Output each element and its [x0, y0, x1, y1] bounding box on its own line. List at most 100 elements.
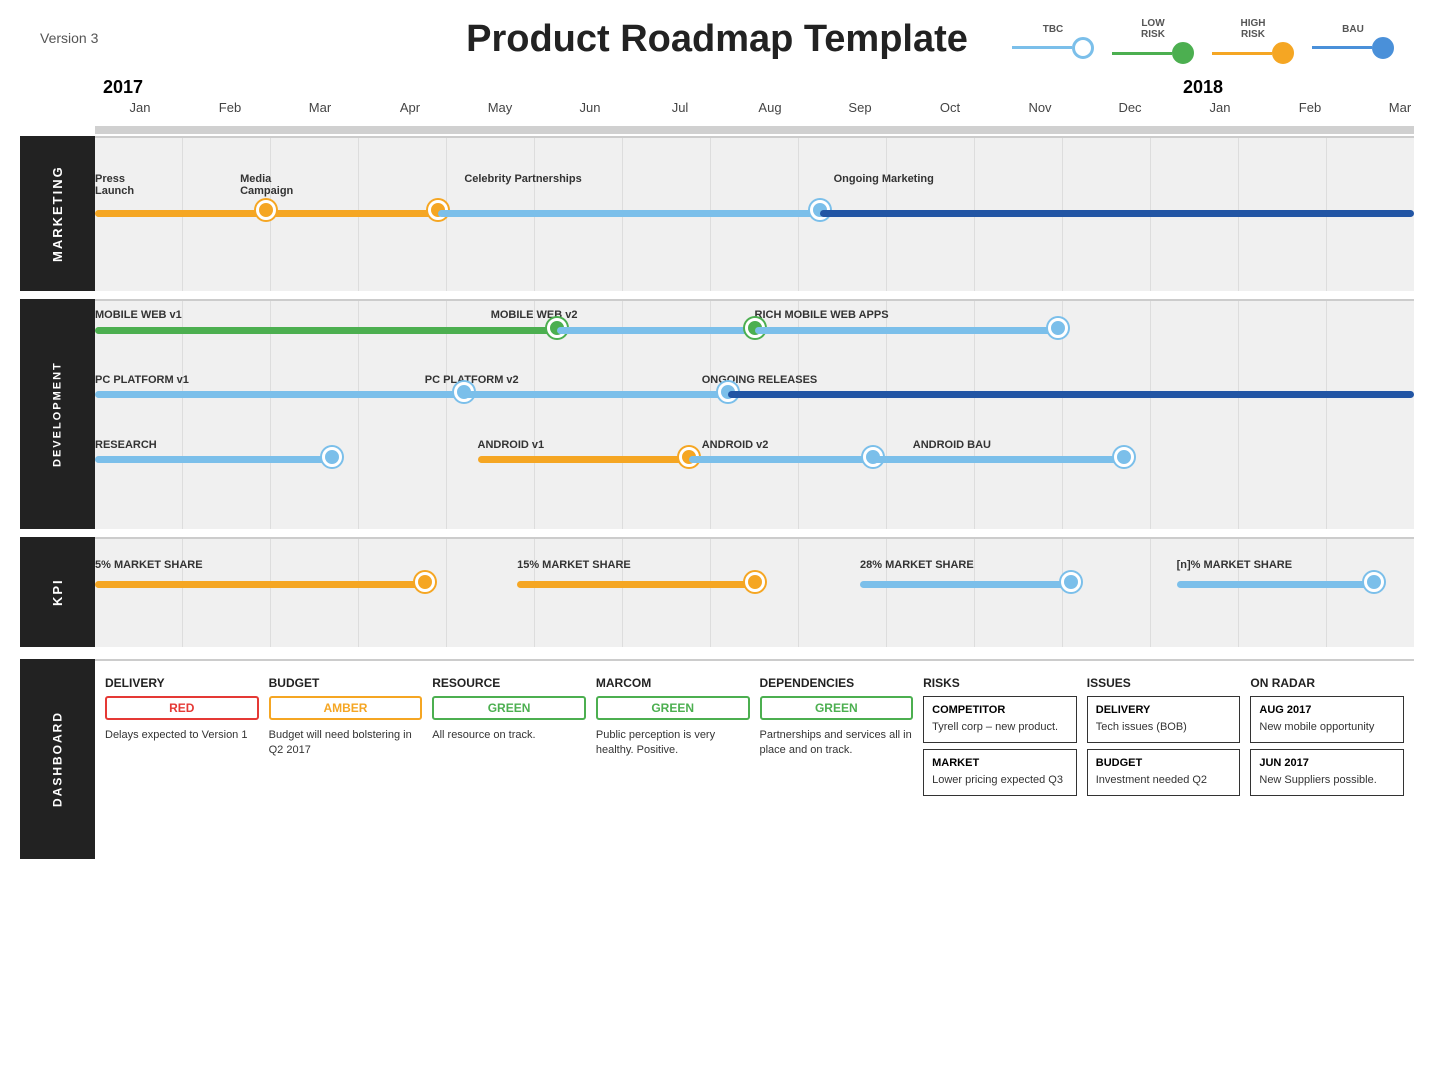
- ongoing-releases-bar: [728, 391, 1414, 398]
- kpi-28pct-bar: [860, 581, 1071, 588]
- month-jan: Jan: [95, 98, 185, 117]
- main-content: 2017 Jan Feb Mar Apr May Jun Jul Aug Sep…: [0, 71, 1434, 859]
- dashboard-label: DASHBOARD: [20, 659, 95, 859]
- android-v1-bar: [478, 456, 689, 463]
- press-launch-label: PressLaunch: [95, 173, 134, 197]
- month-may: May: [455, 98, 545, 117]
- month-oct: Oct: [905, 98, 995, 117]
- resource-card: RESOURCE GREEN All resource on track.: [432, 676, 586, 743]
- android-bau-label: ANDROID BAU: [913, 439, 991, 451]
- month-feb: Feb: [185, 98, 275, 117]
- risks-card: RISKS COMPETITOR Tyrell corp – new produ…: [923, 676, 1077, 802]
- dependencies-title: DEPENDENCIES: [760, 676, 914, 690]
- android-v2-bar: [689, 456, 874, 463]
- celebrity-bar: [438, 210, 821, 217]
- on-radar-sub1-text: New mobile opportunity: [1259, 720, 1395, 735]
- legend-dot-bau: [1372, 37, 1394, 59]
- marcom-status: GREEN: [596, 696, 750, 720]
- kpi-label: KPI: [20, 537, 95, 647]
- ongoing-releases-label: ONGOING RELEASES: [702, 374, 818, 386]
- kpi-28pct-dot: [1061, 572, 1081, 592]
- pc-platform-v2-label: PC PLATFORM v2: [425, 374, 519, 386]
- on-radar-subcard-1: AUG 2017 New mobile opportunity: [1250, 696, 1404, 743]
- dependencies-status: GREEN: [760, 696, 914, 720]
- kpi-grid: [95, 539, 1414, 647]
- mobile-web-v2-label: MOBILE WEB v2: [491, 309, 578, 321]
- on-radar-title: ON RADAR: [1250, 676, 1404, 690]
- legend-dot-tbc: [1072, 37, 1094, 59]
- year-2018: 2018 Jan Feb Mar: [1175, 71, 1434, 126]
- resource-text: All resource on track.: [432, 728, 586, 743]
- kpi-28pct-label: 28% MARKET SHARE: [860, 559, 974, 571]
- on-radar-card: ON RADAR AUG 2017 New mobile opportunity…: [1250, 676, 1404, 802]
- development-section: DEVELOPMENT MOBILE WEB v1 MOBILE WEB v2 …: [20, 299, 1414, 529]
- android-bau-bar: [873, 456, 1124, 463]
- dashboard-content: DELIVERY RED Delays expected to Version …: [95, 659, 1414, 859]
- version-label: Version 3: [40, 30, 98, 46]
- on-radar-subcard-2: JUN 2017 New Suppliers possible.: [1250, 749, 1404, 796]
- issues-card: ISSUES DELIVERY Tech issues (BOB) BUDGET…: [1087, 676, 1241, 802]
- kpi-section: KPI 5% MARKET SHARE 15% MARKET SHARE 28: [20, 537, 1414, 647]
- android-v2-label: ANDROID v2: [702, 439, 769, 451]
- research-bar: [95, 456, 332, 463]
- header-separator: [95, 126, 1414, 134]
- risks-subcard-1: COMPETITOR Tyrell corp – new product.: [923, 696, 1077, 743]
- legend-low-risk: LOW RISK: [1112, 18, 1194, 64]
- celebrity-partnerships-label: Celebrity Partnerships: [464, 173, 581, 185]
- kpi-5pct-dot: [415, 572, 435, 592]
- month-2018-feb: Feb: [1265, 98, 1355, 117]
- sep3: [20, 647, 1414, 659]
- issues-sub1-title: DELIVERY: [1096, 703, 1232, 718]
- budget-status: AMBER: [269, 696, 423, 720]
- legend: TBC LOW RISK HIGH RISK: [1012, 18, 1394, 64]
- mobile-web-v1-label: MOBILE WEB v1: [95, 309, 182, 321]
- month-mar: Mar: [275, 98, 365, 117]
- resource-title: RESOURCE: [432, 676, 586, 690]
- ongoing-marketing-label: Ongoing Marketing: [834, 173, 934, 185]
- issues-subcard-2: BUDGET Investment needed Q2: [1087, 749, 1241, 796]
- issues-subcard-1: DELIVERY Tech issues (BOB): [1087, 696, 1241, 743]
- mobile-web-v1-bar: [95, 327, 557, 334]
- resource-status: GREEN: [432, 696, 586, 720]
- marcom-title: MARCOM: [596, 676, 750, 690]
- kpi-npct-bar: [1177, 581, 1375, 588]
- risks-title: RISKS: [923, 676, 1077, 690]
- risks-sub1-title: COMPETITOR: [932, 703, 1068, 718]
- page-header: Version 3 Product Roadmap Template TBC L…: [0, 0, 1434, 71]
- sep1: [20, 291, 1414, 299]
- legend-bau: BAU: [1312, 24, 1394, 59]
- kpi-5pct-label: 5% MARKET SHARE: [95, 559, 203, 571]
- android-bau-dot: [1114, 447, 1134, 467]
- ongoing-marketing-bar: [820, 210, 1414, 217]
- kpi-15pct-dot: [745, 572, 765, 592]
- month-nov: Nov: [995, 98, 1085, 117]
- dashboard-cards-row: DELIVERY RED Delays expected to Version …: [95, 661, 1414, 817]
- dependencies-text: Partnerships and services all in place a…: [760, 728, 914, 759]
- mobile-web-v2-bar: [557, 327, 755, 334]
- on-radar-sub2-text: New Suppliers possible.: [1259, 773, 1395, 788]
- development-label: DEVELOPMENT: [20, 299, 95, 529]
- marketing-label: MARKETING: [20, 136, 95, 291]
- dependencies-card: DEPENDENCIES GREEN Partnerships and serv…: [760, 676, 914, 759]
- month-2018-jan: Jan: [1175, 98, 1265, 117]
- rich-mobile-bar: [755, 327, 1058, 334]
- legend-dot-low: [1172, 42, 1194, 64]
- pc-v1-bar: [95, 391, 464, 398]
- issues-sub2-text: Investment needed Q2: [1096, 773, 1232, 788]
- budget-title: BUDGET: [269, 676, 423, 690]
- kpi-15pct-bar: [517, 581, 754, 588]
- delivery-card: DELIVERY RED Delays expected to Version …: [105, 676, 259, 743]
- pc-platform-v1-label: PC PLATFORM v1: [95, 374, 189, 386]
- issues-sub2-title: BUDGET: [1096, 756, 1232, 771]
- marcom-text: Public perception is very healthy. Posit…: [596, 728, 750, 759]
- kpi-15pct-label: 15% MARKET SHARE: [517, 559, 631, 571]
- issues-sub1-text: Tech issues (BOB): [1096, 720, 1232, 735]
- risks-sub2-text: Lower pricing expected Q3: [932, 773, 1068, 788]
- issues-title: ISSUES: [1087, 676, 1241, 690]
- month-apr: Apr: [365, 98, 455, 117]
- month-sep: Sep: [815, 98, 905, 117]
- budget-card: BUDGET AMBER Budget will need bolstering…: [269, 676, 423, 759]
- delivery-status: RED: [105, 696, 259, 720]
- month-2018-mar: Mar: [1355, 98, 1434, 117]
- delivery-text: Delays expected to Version 1: [105, 728, 259, 743]
